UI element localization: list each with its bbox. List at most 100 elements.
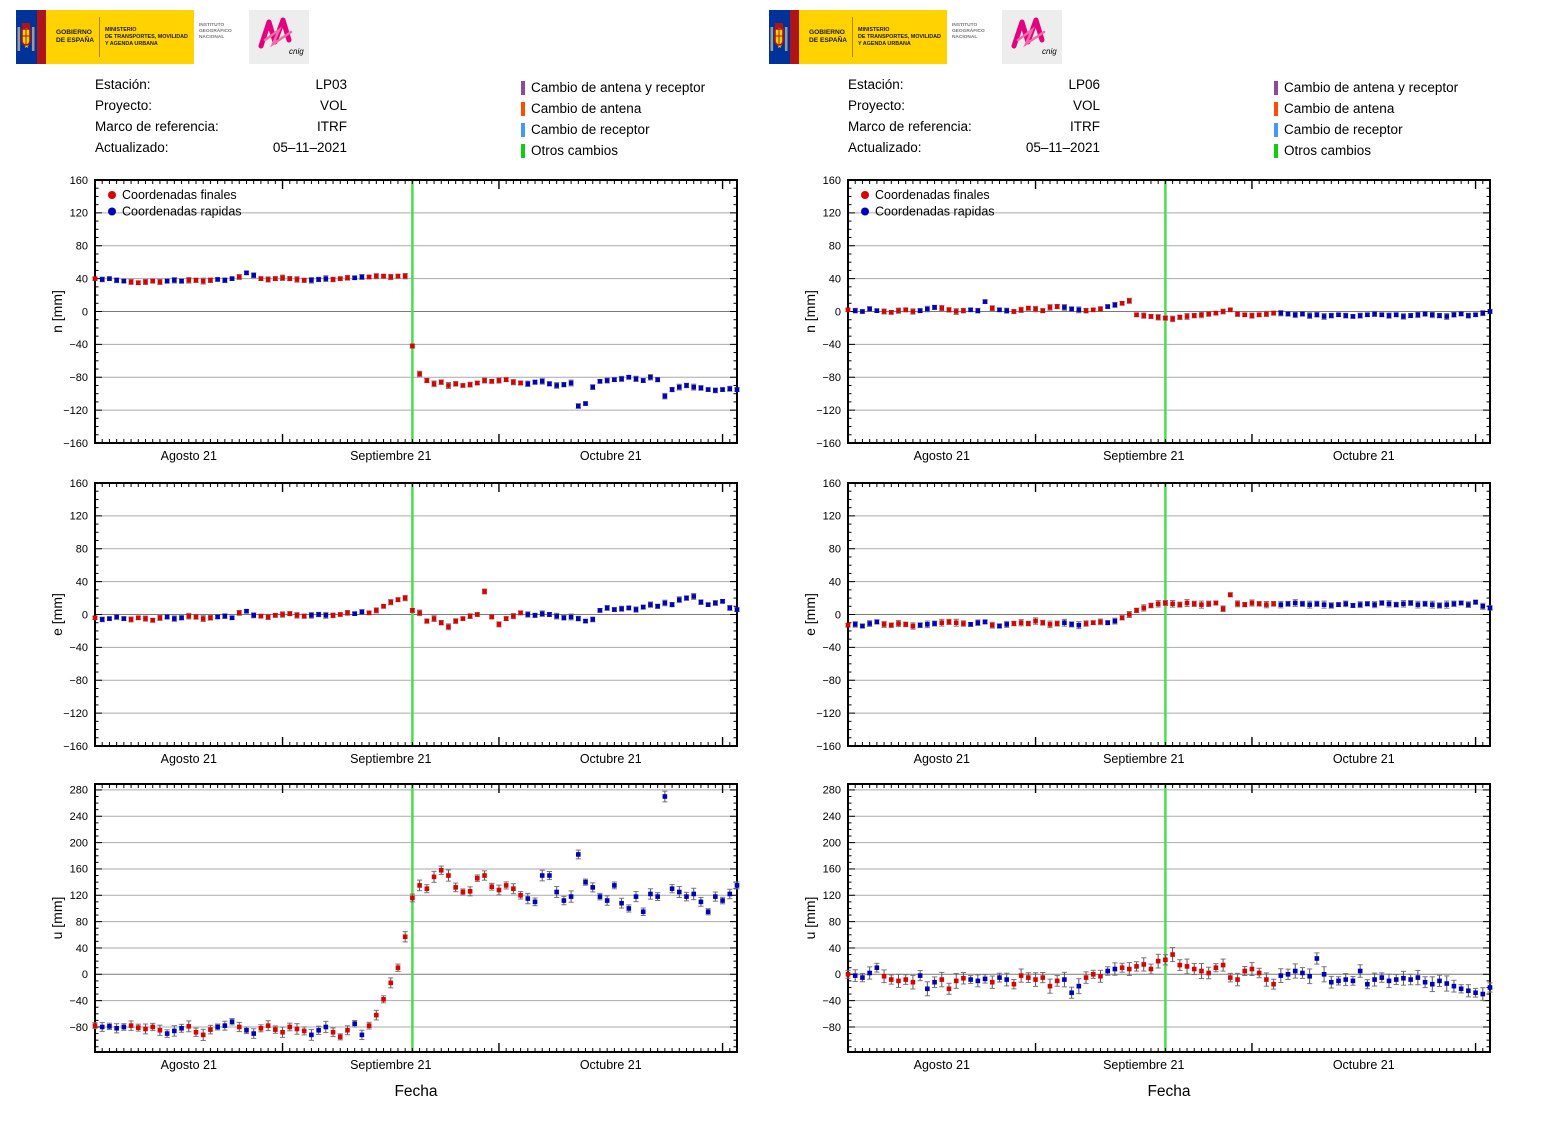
data-point [1343,977,1349,982]
month-label: Septiembre 21 [350,1058,431,1072]
y-tick-label: −40 [822,339,841,351]
y-axis-label: u [mm] [802,897,818,940]
data-point [561,615,567,621]
data-point [200,278,206,284]
meta-label: Actualizado: [95,140,169,155]
y-tick-label: 120 [823,511,841,523]
data-point [1170,601,1175,607]
y-tick-label: 80 [829,544,841,556]
y-tick-label: 80 [829,241,841,253]
data-point [309,277,314,283]
data-point [939,977,945,982]
month-label: Octubre 21 [580,1058,642,1072]
data-point [1011,621,1017,626]
data-point [640,909,646,915]
y-axis-label: n [mm] [49,290,65,333]
data-point [446,624,451,630]
y-tick-label: −120 [63,708,88,720]
data-point [1350,314,1356,319]
data-point [1062,305,1067,310]
cnig-block: cnig [1001,10,1062,64]
data-point [273,276,278,281]
data-point [547,612,552,617]
data-point [215,614,220,620]
event-legend-row: Cambio de antena [1274,98,1458,119]
data-point [662,600,668,606]
data-point [157,615,163,621]
data-point [888,622,894,628]
data-point [1487,605,1493,611]
data-point [648,891,653,897]
data-point [287,611,293,616]
data-point [1415,975,1421,980]
data-point [691,594,697,599]
data-point [1307,602,1312,607]
data-point [1415,602,1421,607]
data-point [265,614,271,620]
meta-label: Marco de referencia: [848,119,972,134]
chart-lp03-e: 160 120 80 40 0 −40 −80 −120 −160 Agosto 21 Septie… [49,478,740,766]
data-point [1004,977,1009,982]
data-point [910,309,916,314]
data-point [287,276,293,281]
data-point [953,978,959,984]
data-point [946,986,952,992]
data-point [1393,602,1399,607]
data-point [1083,308,1089,313]
data-point [932,621,937,626]
flag-red-strip [37,10,46,64]
data-point [121,1024,127,1030]
data-point [475,875,480,881]
gobierno-line: GOBIERNO [56,29,92,36]
data-point [554,383,559,388]
legend-swatch [1274,101,1278,116]
y-tick-label: 0 [82,609,88,621]
data-point [107,1024,112,1029]
data-point [852,973,858,978]
data-point [258,1025,264,1031]
data-point [280,275,285,281]
data-point [1278,973,1284,978]
data-point [532,899,538,905]
chart-lp06-e: 160 120 80 40 0 −40 −80 −120 −160 Agosto 21 Septie… [802,478,1493,766]
data-point [92,276,98,281]
data-point [1422,601,1428,607]
data-point [539,611,545,616]
data-point [1228,592,1233,598]
series-legend-label: Coordenadas rapidas [122,205,242,219]
y-tick-label: −40 [69,339,88,351]
data-point [316,1027,321,1033]
data-point [648,374,653,380]
y-tick-label: −160 [816,438,841,450]
data-point [503,616,509,621]
data-point [669,387,675,392]
data-point [982,619,988,625]
data-point [713,600,718,606]
data-point [1018,620,1024,626]
data-point [1386,601,1392,607]
data-point [1386,978,1392,984]
data-point [576,852,581,857]
data-point [997,975,1002,980]
data-point [1105,304,1110,309]
data-point [107,276,112,281]
data-point [1242,312,1248,318]
data-point [939,620,945,626]
event-legend-row: Cambio de antena y receptor [1274,77,1458,98]
data-point [1141,605,1147,611]
data-point [547,381,552,387]
data-point [1033,618,1038,624]
data-point [446,873,451,878]
data-point [114,614,119,620]
meta-value: LP06 [1068,77,1100,92]
data-point [301,1028,307,1034]
y-tick-label: 80 [76,241,88,253]
y-tick-label: 200 [70,837,88,849]
data-point [867,970,872,976]
legend-swatch [1274,80,1278,95]
data-point [1213,965,1219,971]
data-point [222,277,228,283]
plot-frame [847,783,1491,1053]
data-point [1307,313,1312,318]
data-point [150,617,156,623]
